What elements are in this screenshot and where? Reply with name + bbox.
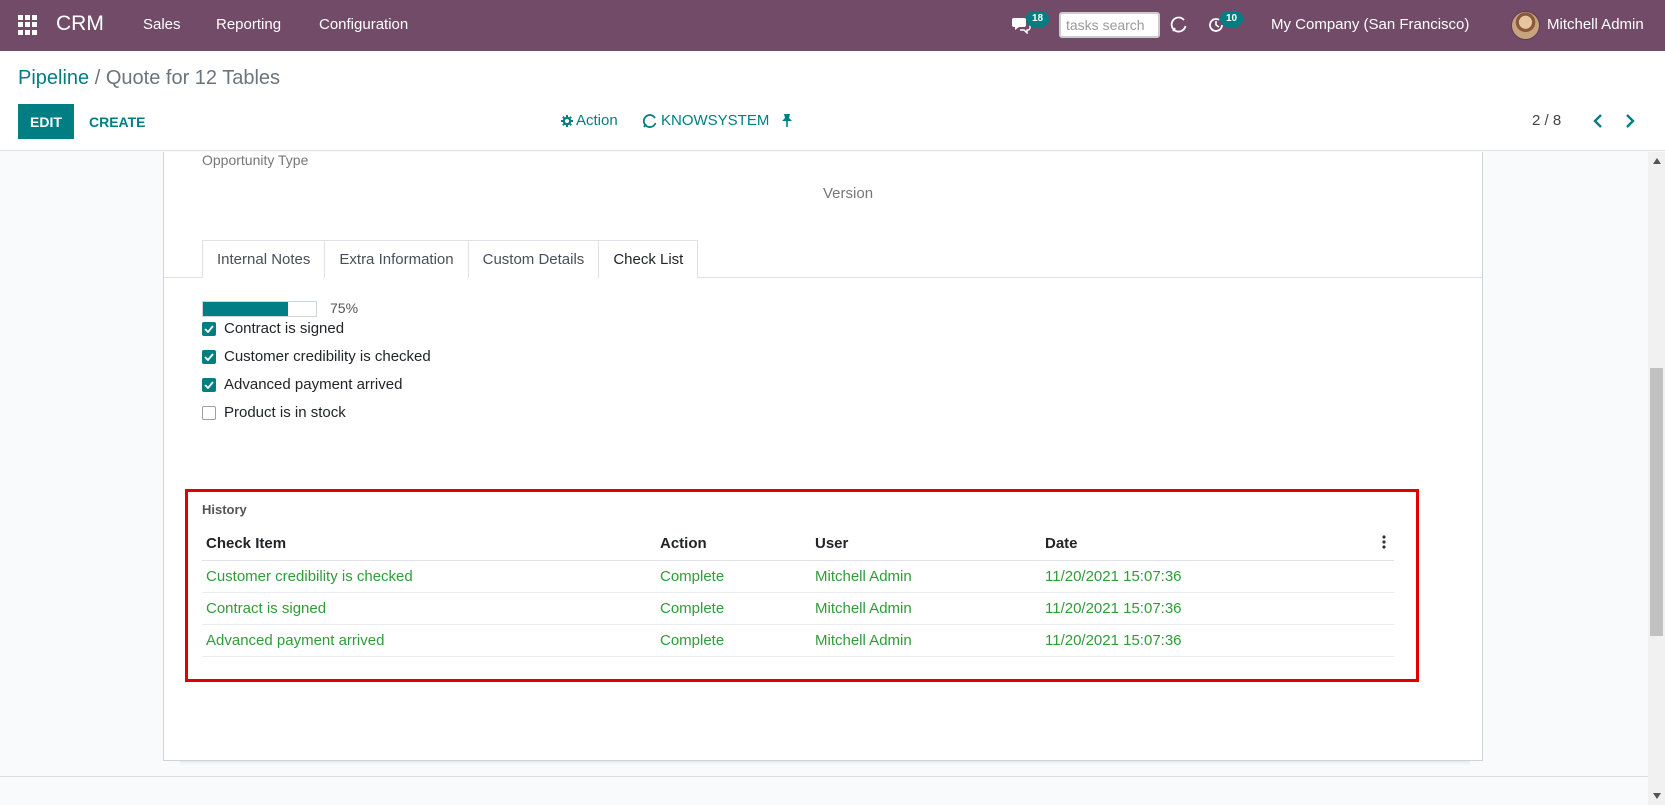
breadcrumb-separator: /: [89, 67, 106, 89]
table-row[interactable]: Advanced payment arrived Complete Mitche…: [202, 624, 1394, 657]
tab-custom-details[interactable]: Custom Details: [467, 240, 600, 278]
checkmark-icon: [204, 352, 214, 361]
cell-user: Mitchell Admin: [811, 560, 1041, 593]
triangle-down-icon: [1652, 793, 1661, 799]
chevron-right-icon: [1626, 114, 1635, 128]
cell-user: Mitchell Admin: [811, 592, 1041, 625]
history-section-highlight: History Check Item Action User Date Cust…: [185, 489, 1419, 682]
cell-date: 11/20/2021 15:07:36: [1041, 624, 1344, 657]
scrollbar-thumb[interactable]: [1650, 368, 1663, 636]
table-row[interactable]: Contract is signed Complete Mitchell Adm…: [202, 592, 1394, 625]
checklist-item-label: Advanced payment arrived: [224, 376, 403, 393]
checklist-progress-label: 75%: [330, 300, 359, 316]
app-brand[interactable]: CRM: [56, 12, 104, 36]
apps-menu-icon[interactable]: [18, 15, 38, 35]
tasks-search-input[interactable]: [1059, 12, 1160, 38]
sheet-shadow: [180, 761, 1470, 765]
top-navbar: CRM Sales Reporting Configuration 18 10 …: [0, 0, 1665, 51]
column-check-item[interactable]: Check Item: [202, 528, 656, 561]
column-action[interactable]: Action: [656, 528, 811, 561]
checklist-item[interactable]: Contract is signed: [202, 320, 344, 337]
form-sheet: Opportunity Type Version Internal Notes …: [163, 152, 1483, 761]
action-menu-button[interactable]: Action: [561, 112, 618, 129]
user-menu[interactable]: Mitchell Admin: [1547, 16, 1644, 33]
chevron-left-icon: [1593, 114, 1602, 128]
create-button[interactable]: CREATE: [82, 104, 153, 139]
checklist-item[interactable]: Customer credibility is checked: [202, 348, 431, 365]
column-user[interactable]: User: [811, 528, 1041, 561]
checklist-item-label: Product is in stock: [224, 404, 346, 421]
checklist-item[interactable]: Product is in stock: [202, 404, 346, 421]
vertical-dots-icon: [1382, 535, 1386, 549]
pager-value[interactable]: 2 / 8: [1532, 112, 1561, 129]
history-title: History: [202, 502, 247, 517]
menu-configuration[interactable]: Configuration: [319, 16, 408, 33]
breadcrumb-pipeline[interactable]: Pipeline: [18, 67, 89, 89]
control-panel: Pipeline / Quote for 12 Tables EDIT CREA…: [0, 51, 1665, 151]
gear-icon: [561, 114, 573, 127]
checkbox[interactable]: [202, 349, 216, 364]
sync-icon[interactable]: [1170, 16, 1188, 34]
checklist-item-label: Customer credibility is checked: [224, 348, 431, 365]
checkbox[interactable]: [202, 321, 216, 336]
form-scroll-area: Opportunity Type Version Internal Notes …: [0, 152, 1665, 805]
triangle-up-icon: [1652, 158, 1661, 164]
knowsystem-icon: [642, 113, 657, 128]
chatter-divider: [0, 776, 1648, 777]
knowsystem-label: KNOWSYSTEM: [661, 112, 770, 129]
history-header-row: Check Item Action User Date: [202, 528, 1394, 561]
cell-date: 11/20/2021 15:07:36: [1041, 560, 1344, 593]
scroll-down-arrow[interactable]: [1648, 789, 1665, 803]
cell-action: Complete: [656, 560, 811, 593]
scroll-up-arrow[interactable]: [1648, 154, 1665, 168]
knowsystem-button[interactable]: KNOWSYSTEM: [642, 112, 769, 129]
checklist-progress-fill: [203, 302, 288, 316]
menu-sales[interactable]: Sales: [143, 16, 181, 33]
edit-button[interactable]: EDIT: [18, 104, 74, 139]
cell-empty: [1344, 624, 1394, 657]
cell-action: Complete: [656, 592, 811, 625]
cell-action: Complete: [656, 624, 811, 657]
vertical-scrollbar[interactable]: [1648, 152, 1665, 805]
action-label: Action: [576, 112, 618, 129]
history-table: Check Item Action User Date Customer cre…: [202, 528, 1394, 657]
cell-date: 11/20/2021 15:07:36: [1041, 592, 1344, 625]
checklist-item[interactable]: Advanced payment arrived: [202, 376, 402, 393]
menu-reporting[interactable]: Reporting: [216, 16, 281, 33]
cell-empty: [1344, 592, 1394, 625]
tab-internal-notes[interactable]: Internal Notes: [202, 240, 326, 278]
notebook-tabs: Internal Notes Extra Information Custom …: [202, 240, 699, 279]
checkbox[interactable]: [202, 405, 216, 420]
breadcrumb: Pipeline / Quote for 12 Tables: [18, 67, 280, 90]
messages-badge: 18: [1026, 11, 1050, 27]
cell-check-item: Customer credibility is checked: [202, 560, 656, 593]
cell-user: Mitchell Admin: [811, 624, 1041, 657]
tab-check-list[interactable]: Check List: [598, 240, 699, 279]
pin-icon[interactable]: [781, 113, 793, 127]
column-date[interactable]: Date: [1041, 528, 1344, 561]
tab-extra-information[interactable]: Extra Information: [324, 240, 469, 278]
cell-check-item: Contract is signed: [202, 592, 656, 625]
user-avatar[interactable]: [1511, 11, 1540, 40]
pager-previous-button[interactable]: [1587, 109, 1609, 133]
cell-empty: [1344, 560, 1394, 593]
checkmark-icon: [204, 380, 214, 389]
pager-next-button[interactable]: [1619, 109, 1641, 133]
company-switcher[interactable]: My Company (San Francisco): [1271, 16, 1469, 33]
activities-badge: 10: [1220, 11, 1244, 27]
checklist-item-label: Contract is signed: [224, 320, 345, 337]
checkbox[interactable]: [202, 377, 216, 392]
optional-columns-toggle[interactable]: [1344, 528, 1394, 561]
cell-check-item: Advanced payment arrived: [202, 624, 656, 657]
opportunity-type-label: Opportunity Type: [202, 152, 309, 168]
version-label: Version: [823, 185, 874, 202]
checklist-progress-bar: [202, 301, 317, 317]
checkmark-icon: [204, 324, 214, 333]
table-row[interactable]: Customer credibility is checked Complete…: [202, 560, 1394, 593]
breadcrumb-current: Quote for 12 Tables: [105, 67, 281, 89]
